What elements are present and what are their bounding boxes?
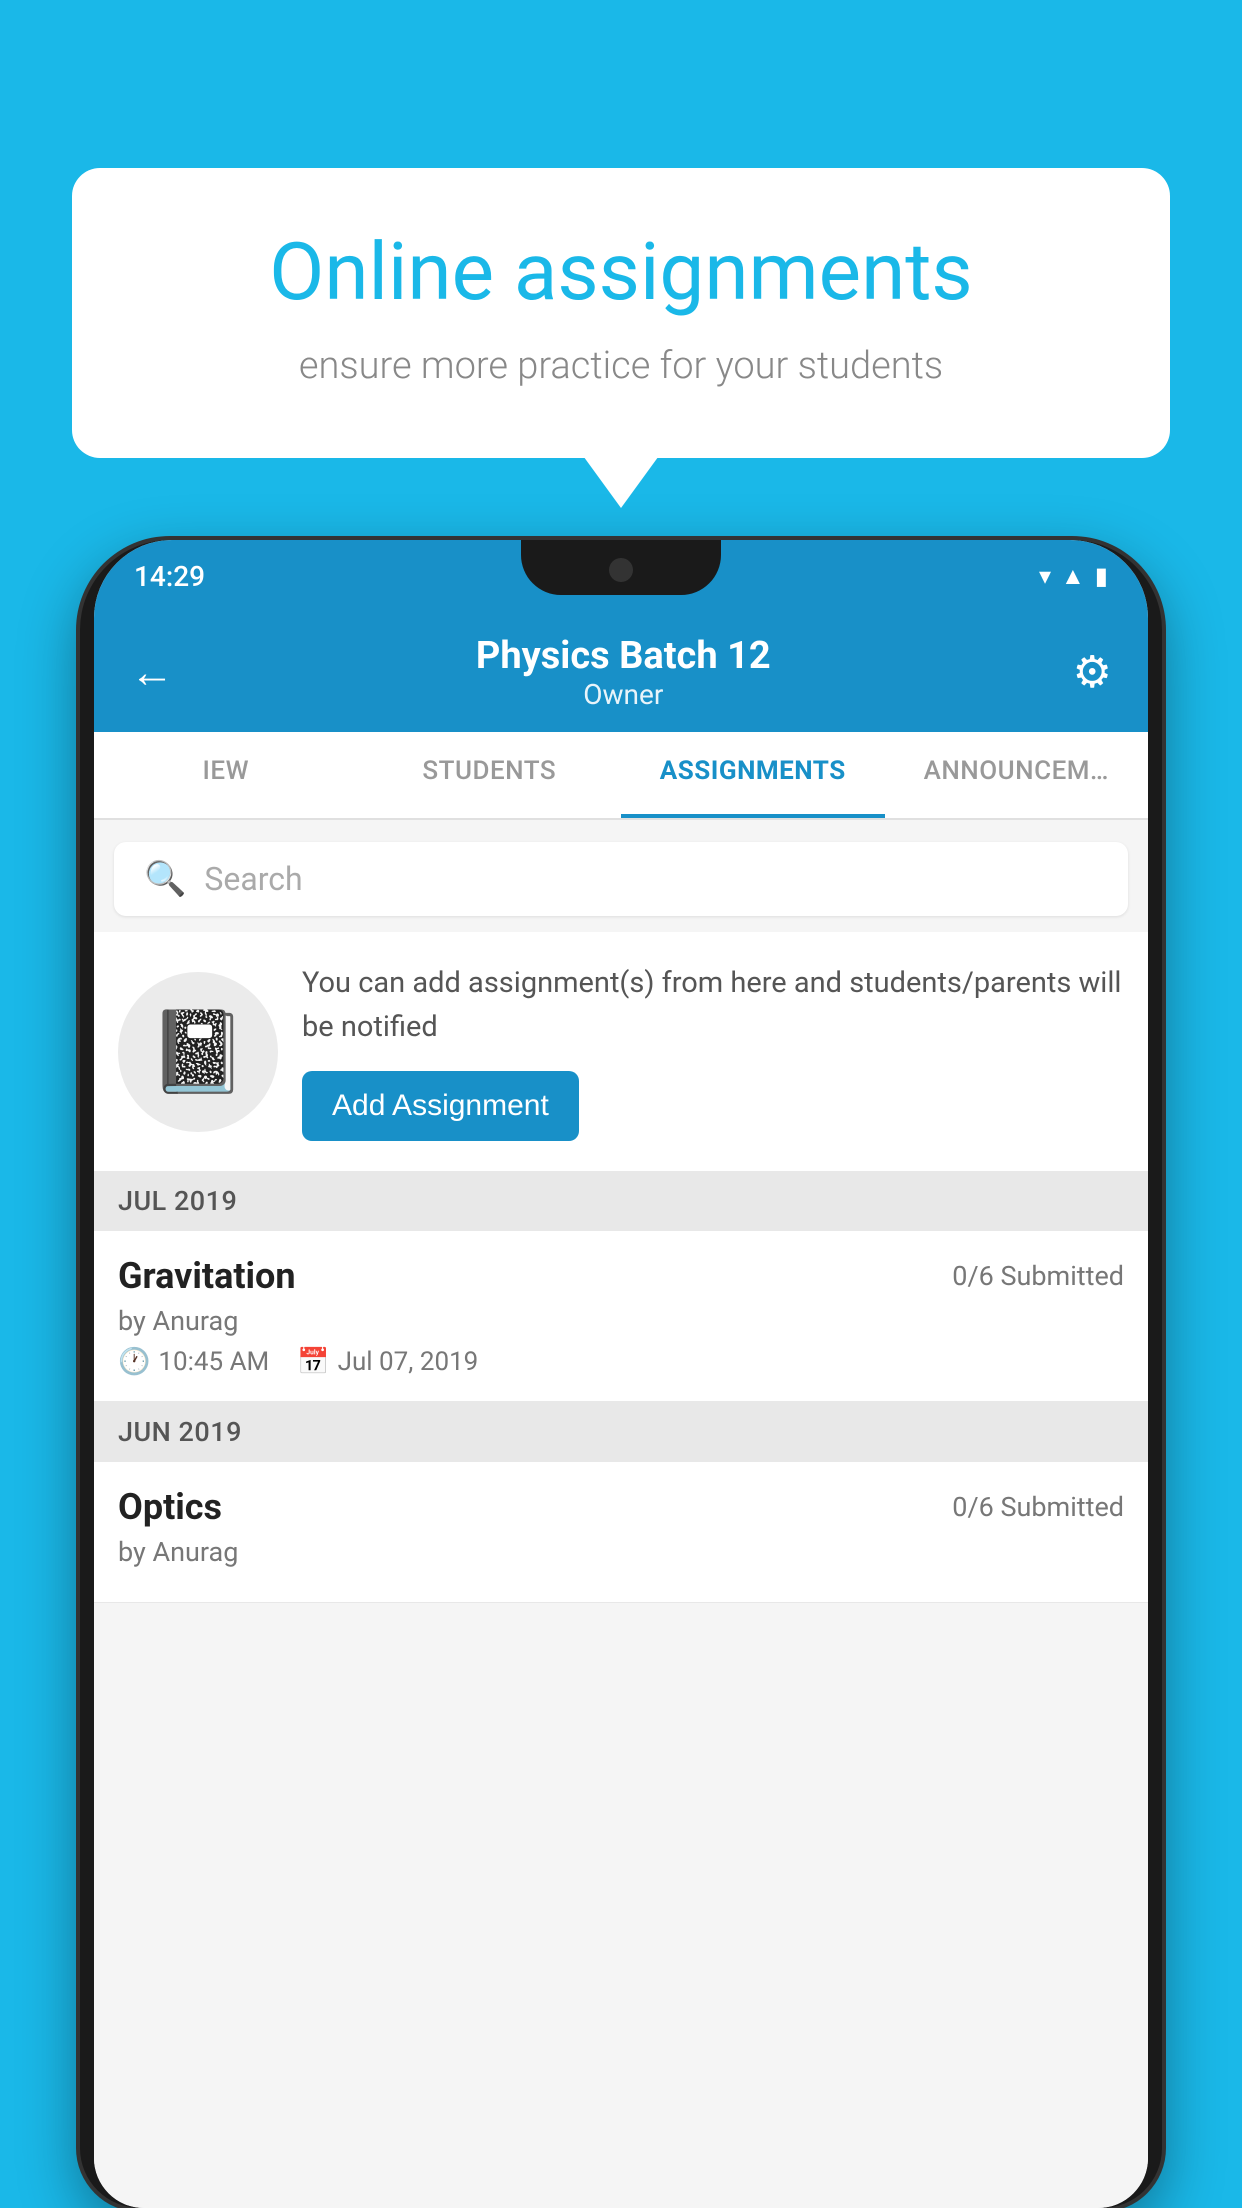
promo-icon-circle: 📓 (118, 972, 278, 1132)
assignment-meta: 🕐 10:45 AM 📅 Jul 07, 2019 (118, 1347, 1124, 1377)
section-header-jul: JUL 2019 (94, 1171, 1148, 1231)
assignment-by-optics: by Anurag (118, 1536, 1124, 1568)
settings-icon[interactable]: ⚙ (1073, 646, 1112, 698)
status-time: 14:29 (134, 560, 205, 593)
speech-bubble: Online assignments ensure more practice … (72, 168, 1170, 458)
search-icon: 🔍 (144, 859, 186, 899)
signal-icon: ▲ (1061, 562, 1085, 591)
bubble-subtitle: ensure more practice for your students (152, 344, 1090, 388)
phone-frame: 14:29 ▾ ▲ ▮ ← Physics Batch 12 Owner ⚙ I… (80, 540, 1162, 2208)
app-bar-center: Physics Batch 12 Owner (476, 634, 771, 711)
assignment-name-optics: Optics (118, 1486, 222, 1528)
tabs-bar: IEW STUDENTS ASSIGNMENTS ANNOUNCEM… (94, 732, 1148, 820)
search-bar[interactable]: 🔍 Search (114, 842, 1128, 916)
date-value: Jul 07, 2019 (338, 1347, 479, 1377)
assignment-date: 📅 Jul 07, 2019 (297, 1347, 478, 1377)
assignment-submitted: 0/6 Submitted (952, 1260, 1124, 1292)
notebook-icon: 📓 (148, 1005, 248, 1099)
content-area: 🔍 Search 📓 You can add assignment(s) fro… (94, 822, 1148, 2208)
assignment-time: 🕐 10:45 AM (118, 1347, 269, 1377)
status-icons: ▾ ▲ ▮ (1039, 562, 1108, 591)
front-camera (609, 558, 633, 582)
tab-iew[interactable]: IEW (94, 732, 358, 818)
bubble-title: Online assignments (152, 228, 1090, 316)
tab-students[interactable]: STUDENTS (358, 732, 622, 818)
notch (521, 540, 721, 595)
tab-assignments[interactable]: ASSIGNMENTS (621, 732, 885, 818)
tab-announcements[interactable]: ANNOUNCEM… (885, 732, 1149, 818)
section-header-jun: JUN 2019 (94, 1402, 1148, 1462)
clock-icon: 🕐 (118, 1347, 150, 1377)
promo-text: You can add assignment(s) from here and … (302, 962, 1124, 1141)
promo-description: You can add assignment(s) from here and … (302, 962, 1124, 1049)
back-button[interactable]: ← (130, 646, 174, 698)
assignment-item-optics[interactable]: Optics 0/6 Submitted by Anurag (94, 1462, 1148, 1603)
assignment-submitted-optics: 0/6 Submitted (952, 1491, 1124, 1523)
battery-icon: ▮ (1095, 562, 1108, 590)
phone-screen: 14:29 ▾ ▲ ▮ ← Physics Batch 12 Owner ⚙ I… (94, 540, 1148, 2208)
speech-bubble-container: Online assignments ensure more practice … (72, 168, 1170, 458)
add-assignment-button[interactable]: Add Assignment (302, 1071, 579, 1141)
search-input[interactable]: Search (204, 860, 302, 898)
assignment-row: Gravitation 0/6 Submitted (118, 1255, 1124, 1297)
app-bar-title: Physics Batch 12 (476, 634, 771, 678)
app-bar: ← Physics Batch 12 Owner ⚙ (94, 612, 1148, 732)
assignment-by: by Anurag (118, 1305, 1124, 1337)
time-value: 10:45 AM (158, 1347, 269, 1377)
wifi-icon: ▾ (1039, 562, 1051, 590)
app-bar-subtitle: Owner (476, 678, 771, 711)
promo-card: 📓 You can add assignment(s) from here an… (94, 932, 1148, 1171)
calendar-icon: 📅 (297, 1347, 329, 1377)
assignment-item-gravitation[interactable]: Gravitation 0/6 Submitted by Anurag 🕐 10… (94, 1231, 1148, 1402)
assignment-name: Gravitation (118, 1255, 296, 1297)
assignment-row-optics: Optics 0/6 Submitted (118, 1486, 1124, 1528)
